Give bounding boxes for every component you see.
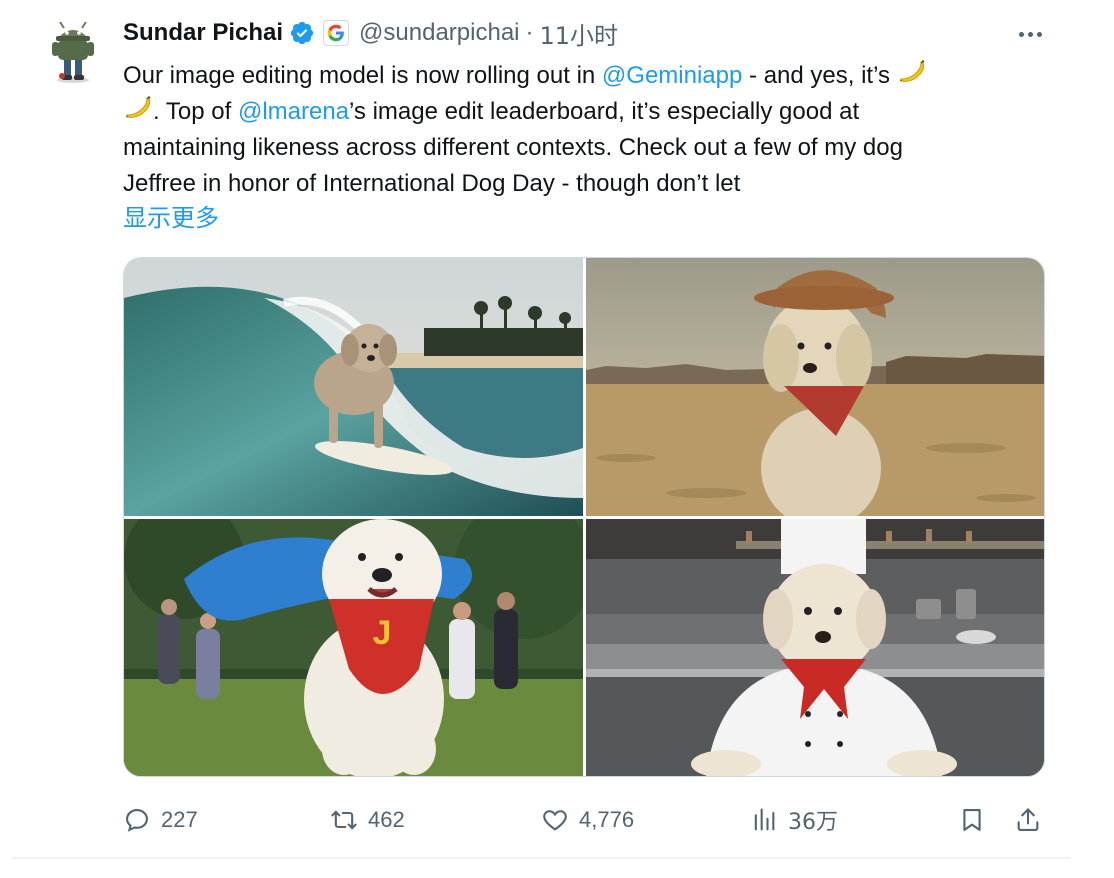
banana-emoji-icon: [126, 95, 151, 118]
header-separator: ·: [525, 19, 534, 46]
show-more-link[interactable]: 显示更多: [123, 200, 219, 236]
tweet-divider: [12, 857, 1070, 859]
like-button[interactable]: 4,776: [541, 800, 634, 840]
reply-button[interactable]: 227: [123, 800, 198, 840]
share-icon: [1017, 808, 1039, 831]
tweet-text-line-2: . Top of @lmarena’s image edit leaderboa…: [123, 94, 1043, 130]
like-count: 4,776: [579, 807, 635, 832]
more-options-icon[interactable]: [1012, 20, 1048, 48]
mention-lmarena[interactable]: @lmarena: [238, 98, 349, 125]
text-segment: Our image editing model is now rolling o…: [123, 62, 602, 89]
reply-count: 227: [161, 807, 198, 832]
tweet-text-line-4: Jeffree in honor of International Dog Da…: [123, 170, 741, 197]
mention-geminiapp[interactable]: @Geminiapp: [602, 62, 742, 89]
text-segment: ’s image edit leaderboard, it’s especial…: [349, 98, 860, 125]
tweet-header: Sundar Pichai @sundarpichai · 11小时: [123, 16, 618, 50]
svg-text:J: J: [373, 614, 392, 652]
media-grid: J: [123, 257, 1045, 777]
view-count: 36万: [788, 810, 838, 835]
share-button[interactable]: [1014, 800, 1042, 840]
dog-chef-kitchen-photo[interactable]: [586, 519, 1044, 776]
author-avatar[interactable]: [44, 18, 102, 84]
dog-surfing-photo[interactable]: [124, 258, 583, 516]
retweet-count: 462: [368, 807, 405, 832]
tweet-text-line-3: maintaining likeness across different co…: [123, 134, 903, 161]
author-handle[interactable]: @sundarpichai: [359, 19, 519, 47]
bookmark-button[interactable]: [958, 800, 986, 840]
author-name[interactable]: Sundar Pichai: [123, 19, 283, 47]
retweet-button[interactable]: 462: [330, 800, 405, 840]
views-button[interactable]: 36万: [750, 800, 838, 840]
reply-icon: [126, 809, 148, 832]
post-time[interactable]: 11小时: [540, 16, 619, 51]
text-segment: . Top of: [153, 98, 238, 125]
verified-badge-icon[interactable]: [289, 20, 315, 46]
tweet-text: Our image editing model is now rolling o…: [123, 58, 1043, 202]
banana-emoji-icon: [899, 59, 925, 82]
retweet-icon: [331, 810, 357, 830]
heart-icon: [543, 810, 567, 831]
text-segment: - and yes, it’s: [742, 62, 897, 89]
bookmark-icon: [963, 809, 981, 831]
dog-cowboy-desert-photo[interactable]: [586, 258, 1044, 516]
google-logo-icon[interactable]: [323, 20, 350, 46]
dog-superhero-cape-photo[interactable]: J: [124, 519, 583, 776]
views-bar-chart-icon: [754, 808, 775, 831]
tweet-text-line-1: Our image editing model is now rolling o…: [123, 58, 1043, 94]
